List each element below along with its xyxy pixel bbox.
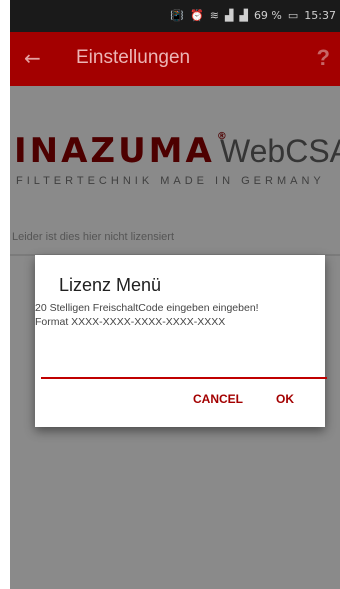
logo-tagline: FILTERTECHNIK MADE IN GERMANY bbox=[16, 175, 325, 187]
cancel-button[interactable]: CANCEL bbox=[193, 392, 243, 406]
left-margin bbox=[0, 0, 10, 589]
help-icon[interactable]: ? bbox=[317, 45, 330, 71]
signal-icon: ▟ bbox=[225, 9, 234, 22]
back-arrow-icon[interactable]: ← bbox=[24, 46, 48, 70]
inazuma-logo: INAZUMA ® WebCSA FILTERTECHNIK MADE IN GE… bbox=[10, 131, 340, 191]
phone-screen: 📳 ⏰ ≋ ▟ ▟ 69 % ▭ 15:37 ← Einstellungen ?… bbox=[10, 0, 340, 589]
logo-brand-text: INAZUMA bbox=[14, 131, 215, 171]
vibrate-icon: 📳 bbox=[170, 9, 185, 22]
logo-product: WebCSA bbox=[220, 133, 340, 169]
alarm-icon: ⏰ bbox=[190, 9, 204, 22]
status-time: 15:37 bbox=[304, 9, 336, 22]
license-notice: Leider ist dies hier nicht lizensiert bbox=[12, 231, 175, 243]
status-bar: 📳 ⏰ ≋ ▟ ▟ 69 % ▭ 15:37 bbox=[10, 0, 340, 32]
dialog-message-line2: Format XXXX-XXXX-XXXX-XXXX-XXXX bbox=[35, 316, 226, 328]
ok-button[interactable]: OK bbox=[276, 392, 294, 406]
signal-icon-2: ▟ bbox=[239, 9, 248, 22]
battery-icon: ▭ bbox=[287, 9, 299, 22]
status-icons: 📳 ⏰ ≋ ▟ ▟ 69 % ▭ 15:37 bbox=[170, 9, 336, 22]
dialog-title: Lizenz Menü bbox=[59, 275, 162, 295]
license-code-input[interactable] bbox=[41, 355, 327, 379]
license-dialog: Lizenz Menü 20 Stelligen FreischaltCode … bbox=[35, 255, 327, 427]
logo-brand: INAZUMA ® bbox=[14, 131, 230, 171]
battery-percent: 69 % bbox=[253, 9, 282, 22]
wifi-icon: ≋ bbox=[209, 9, 219, 22]
page-title: Einstellungen bbox=[76, 47, 191, 68]
dialog-message-line1: 20 Stelligen FreischaltCode eingeben ein… bbox=[35, 302, 259, 314]
dialog-message: 20 Stelligen FreischaltCode eingeben ein… bbox=[35, 301, 323, 329]
app-bar: ← Einstellungen ? bbox=[10, 32, 340, 86]
